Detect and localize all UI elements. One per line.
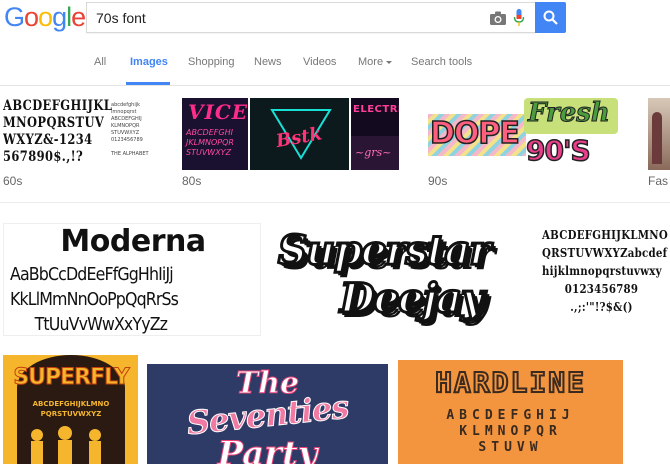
related-search-60s[interactable]: ABCDEFGHIJKL MNOPQRSTUV WXYZ&-1234 56789… <box>3 98 153 190</box>
related-label: Fas <box>648 174 669 188</box>
search-query[interactable]: 70s font <box>96 10 146 26</box>
search-input[interactable]: 70s font <box>86 2 535 33</box>
related-search-90s[interactable]: DOPE Fresh 90'S KI 90s <box>428 98 618 190</box>
font-sample: ELECTRIC <box>353 104 399 115</box>
font-sample: Party <box>217 434 318 464</box>
related-thumbnail: VICE ABCDEFGHI JKLMNOPQR STUVWXYZ <box>182 98 248 170</box>
section-divider <box>0 202 670 203</box>
font-sample: ABCDEFGHIJ <box>446 408 575 423</box>
google-logo[interactable]: Google <box>4 2 86 33</box>
logo-letter: e <box>71 2 86 32</box>
font-sample: hijklmnopqrstuvwxy <box>542 264 662 278</box>
silhouette-figures-icon <box>31 426 101 464</box>
tab-videos[interactable]: Videos <box>303 56 336 68</box>
related-label: 80s <box>182 174 202 188</box>
font-sample: SUPERFLY <box>13 365 130 391</box>
font-sample: WXYZ&-1234 <box>3 132 93 148</box>
font-sample: ABCDEFGHIJKL <box>3 98 113 114</box>
related-thumbnail: DOPE Fresh 90'S KI <box>428 98 618 170</box>
logo-letter: o <box>38 2 53 32</box>
related-thumbnail: Bstk <box>250 98 349 170</box>
search-header: Google 70s font All Images Shopping News… <box>0 0 670 86</box>
related-thumbnail: ABCDEFGHIJKL MNOPQRSTUV WXYZ&-1234 56789… <box>3 98 153 170</box>
font-sample: 0123456789 <box>564 282 639 296</box>
image-result-seventies-party[interactable]: The Seventies Party <box>147 364 388 464</box>
font-sample: 567890$.,!? <box>3 149 84 165</box>
font-sample: VICE <box>188 100 248 124</box>
image-result-superstar-deejay[interactable]: Superstar Deejay <box>270 223 531 336</box>
font-sample: MNOPQRSTUV <box>3 115 105 131</box>
font-sample: Fresh <box>528 98 611 129</box>
active-tab-indicator <box>126 82 170 85</box>
logo-letter: G <box>4 2 25 32</box>
font-sample: KkLlMmNnOoPpQqRrSs <box>10 289 179 310</box>
tab-shopping[interactable]: Shopping <box>188 56 235 68</box>
tab-search-tools[interactable]: Search tools <box>411 56 472 68</box>
image-result-moderna[interactable]: Moderna AaBbCcDdEeFfGgHhIiJj KkLlMmNnOoP… <box>3 223 261 336</box>
tab-more[interactable]: More <box>358 56 393 68</box>
logo-letter: o <box>24 2 39 32</box>
font-sample: PQRSTUVWXYZ <box>40 410 102 418</box>
logo-letter: g <box>52 2 67 32</box>
camera-icon[interactable] <box>489 10 507 26</box>
related-label: 90s <box>428 174 448 188</box>
font-sample: 90'S KI <box>525 133 591 170</box>
font-sample: QRSTUVWXYZabcdef <box>542 246 668 260</box>
font-sample: KLMNOPQR <box>459 424 562 439</box>
microphone-icon[interactable] <box>513 8 525 28</box>
search-icon <box>543 10 558 25</box>
font-sample: TtUuVvWwXxYyZz <box>34 314 168 335</box>
font-sample: AaBbCcDdEeFfGgHhIiJj <box>10 264 174 285</box>
font-sample: STUVW <box>478 440 543 455</box>
svg-text:Bstk: Bstk <box>273 123 323 152</box>
related-label: 60s <box>3 174 23 188</box>
font-sample: DOPE <box>429 115 520 152</box>
related-search-80s[interactable]: VICE ABCDEFGHI JKLMNOPQR STUVWXYZ Bstk ELE… <box>182 98 399 190</box>
related-thumbnail: ELECTRIC ~grs~ <box>351 98 399 170</box>
neon-triangle-icon: Bstk <box>270 109 332 160</box>
tab-all[interactable]: All <box>94 56 106 68</box>
font-sample: Superstar <box>276 226 491 276</box>
tab-news[interactable]: News <box>254 56 282 68</box>
font-sample: HARDLINE <box>434 365 586 400</box>
font-sample: ABCDEFGHIJKLMNO <box>32 400 110 408</box>
related-thumbnail <box>648 98 670 170</box>
font-sample: ABCDEFGHIJKLMNO <box>542 228 669 242</box>
font-sample: Deejay <box>338 274 485 324</box>
font-sample: THE ALPHABET <box>111 151 149 157</box>
related-search-fashion[interactable]: Fas <box>648 98 670 190</box>
chevron-down-icon <box>386 60 393 64</box>
image-result-superfly[interactable]: SUPERFLY ABCDEFGHIJKLMNO PQRSTUVWXYZ <box>3 355 138 464</box>
font-sample: .,;:'"!?$&() <box>570 300 633 314</box>
image-result-alphabet[interactable]: ABCDEFGHIJKLMNO QRSTUVWXYZabcdef hijklmn… <box>540 223 670 336</box>
font-sample: Moderna <box>60 224 206 259</box>
image-result-hardline[interactable]: HARDLINE ABCDEFGHIJ KLMNOPQR STUVW <box>398 360 623 464</box>
tab-images[interactable]: Images <box>130 56 168 68</box>
tab-more-label: More <box>358 56 384 68</box>
search-button[interactable] <box>535 2 566 33</box>
